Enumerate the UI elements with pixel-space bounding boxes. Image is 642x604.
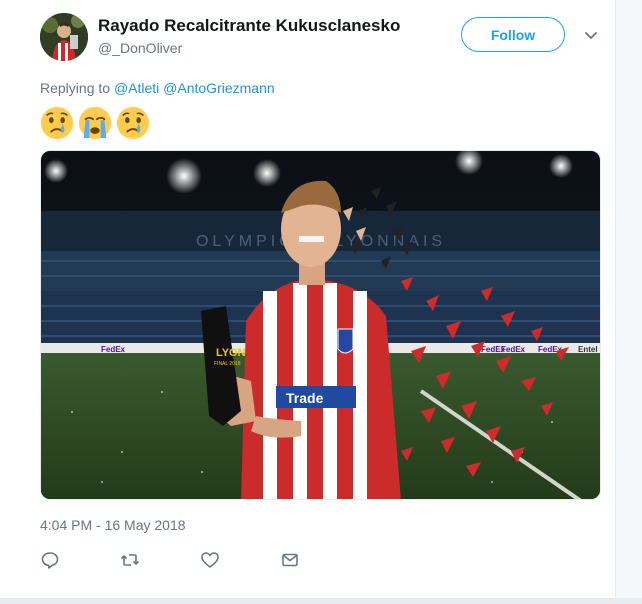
chevron-down-icon[interactable] xyxy=(583,27,599,43)
mention-link-atleti[interactable]: @Atleti xyxy=(114,80,159,96)
board-text: FedEx xyxy=(101,345,126,354)
board-text: FedEx xyxy=(501,345,526,354)
reply-context: Replying to @Atleti @AntoGriezmann xyxy=(40,80,275,96)
like-button[interactable] xyxy=(200,549,280,571)
follow-button[interactable]: Follow xyxy=(461,17,565,52)
reply-context-prefix: Replying to xyxy=(40,80,111,96)
divider xyxy=(0,598,642,604)
author-handle[interactable]: @_DonOliver xyxy=(98,40,182,56)
mention-link-antogriezmann[interactable]: @AntoGriezmann xyxy=(163,80,274,96)
trophy-text: LYON xyxy=(216,347,246,359)
retweet-icon xyxy=(120,554,140,566)
tweet-actions xyxy=(40,549,360,571)
tweet-card: Rayado Recalcitrante Kukusclanesko @_Don… xyxy=(0,0,616,604)
direct-message-icon xyxy=(282,553,298,567)
trophy-subtext: FINAL 2018 xyxy=(214,361,241,367)
reply-button[interactable] xyxy=(40,549,120,571)
author-display-name[interactable]: Rayado Recalcitrante Kukusclanesko xyxy=(98,16,400,36)
direct-message-button[interactable] xyxy=(280,549,360,571)
reply-icon xyxy=(41,552,59,569)
crying-face-icon xyxy=(116,106,150,140)
retweet-button[interactable] xyxy=(120,549,200,571)
crying-face-icon xyxy=(78,106,112,140)
photo-griezmann-trophy: OLYMPIQUE LYONNAIS FedEx FedEx FedEx Fed… xyxy=(41,151,600,499)
board-text: Entel xyxy=(578,345,598,354)
avatar[interactable] xyxy=(40,13,88,61)
tweet-timestamp[interactable]: 4:04 PM - 16 May 2018 xyxy=(40,517,186,533)
like-icon xyxy=(201,552,219,568)
tweet-media-photo[interactable]: OLYMPIQUE LYONNAIS FedEx FedEx FedEx Fed… xyxy=(40,150,601,500)
crying-face-icon xyxy=(40,106,74,140)
shirt-sponsor-text: Trade xyxy=(286,390,324,406)
tweet-text xyxy=(40,106,150,140)
page-background xyxy=(616,0,642,604)
